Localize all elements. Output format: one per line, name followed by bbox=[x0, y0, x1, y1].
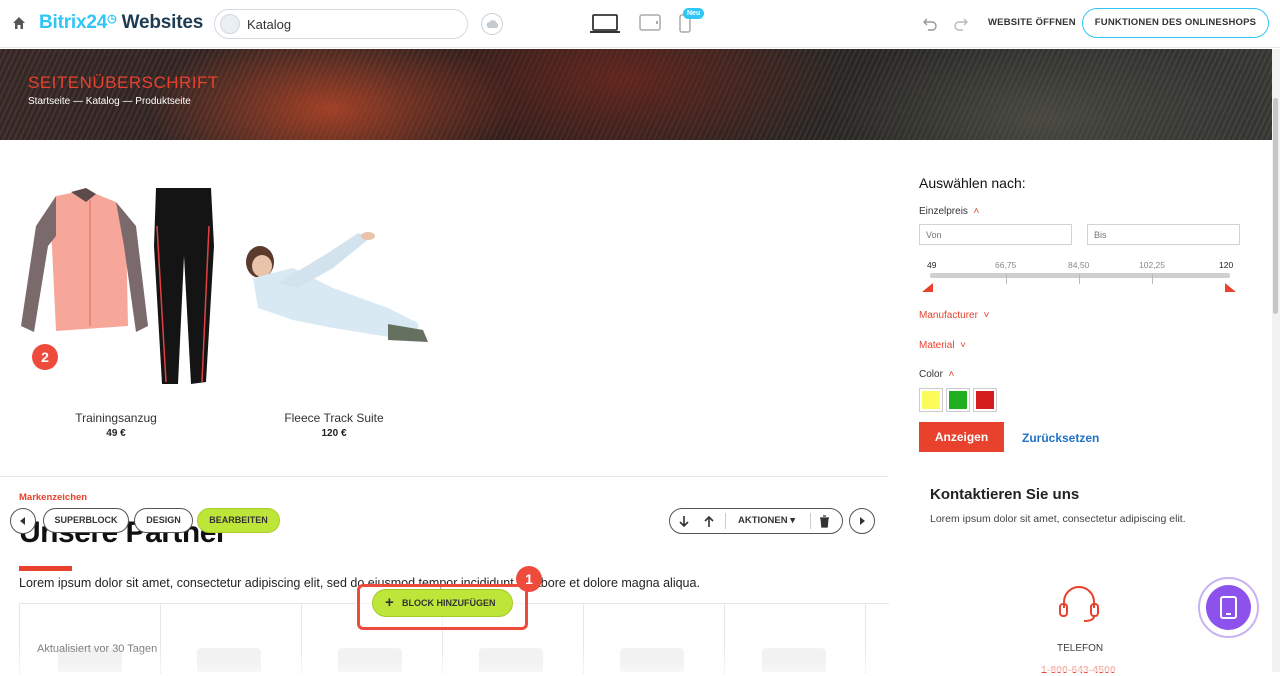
price-to-input[interactable] bbox=[1087, 224, 1240, 245]
desktop-view-icon[interactable] bbox=[590, 14, 620, 34]
chevron-down-icon: ˅ bbox=[957, 340, 966, 351]
redo-icon[interactable] bbox=[953, 15, 969, 31]
trash-icon[interactable] bbox=[819, 515, 830, 528]
callout-badge-2: 2 bbox=[32, 344, 58, 370]
price-slider-track[interactable] bbox=[930, 273, 1230, 278]
slider-tick bbox=[1006, 274, 1007, 284]
filter-title: Auswählen nach: bbox=[919, 175, 1026, 191]
tablet-view-icon[interactable] bbox=[639, 14, 661, 31]
callout-badge-1: 1 bbox=[516, 566, 542, 592]
plus-icon: + bbox=[385, 594, 394, 611]
swatch-fill bbox=[949, 391, 967, 409]
page-selector[interactable]: Katalog bbox=[214, 9, 468, 39]
scrollbar-thumb[interactable] bbox=[1273, 98, 1278, 314]
brand-logo: Bitrix24◷ Websites bbox=[39, 12, 203, 34]
slider-tick-label: 49 bbox=[927, 260, 937, 270]
filter-price-toggle[interactable]: Einzelpreis ˄ bbox=[919, 206, 979, 217]
slider-handle-max[interactable] bbox=[1225, 283, 1236, 292]
slider-tick-label: 84,50 bbox=[1068, 260, 1090, 270]
filter-manufacturer-toggle[interactable]: Manufacturer ˅ bbox=[919, 310, 989, 321]
product-price: 120 € bbox=[321, 428, 347, 439]
separator bbox=[725, 513, 726, 529]
arrow-down-icon[interactable] bbox=[678, 515, 690, 528]
headset-icon bbox=[1059, 586, 1099, 622]
hero-banner bbox=[0, 49, 1272, 140]
reset-button[interactable]: Zurücksetzen bbox=[1022, 431, 1099, 445]
design-button[interactable]: DESIGN bbox=[134, 508, 193, 533]
product-name[interactable]: Trainingsanzug bbox=[40, 411, 192, 425]
filter-color-label: Color bbox=[919, 369, 943, 380]
page-heading: SEITENÜBERSCHRIFT bbox=[28, 73, 219, 92]
filter-color-toggle[interactable]: Color ˄ bbox=[919, 369, 954, 380]
slider-tick-label: 120 bbox=[1219, 260, 1234, 270]
actions-menu[interactable]: AKTIONEN ▾ bbox=[738, 515, 795, 526]
add-block-button[interactable]: + BLOCK HINZUFÜGEN bbox=[372, 589, 513, 617]
next-block-button[interactable] bbox=[849, 508, 875, 534]
slider-tick bbox=[1079, 274, 1080, 284]
brand-sub: Websites bbox=[121, 12, 204, 33]
bottom-fade bbox=[0, 646, 1272, 672]
separator bbox=[810, 513, 811, 529]
price-from-input[interactable] bbox=[919, 224, 1072, 245]
prev-block-button[interactable] bbox=[10, 508, 36, 534]
page-thumbnail bbox=[220, 14, 240, 34]
chevron-up-icon: ˄ bbox=[945, 369, 955, 380]
product-price: 49 € bbox=[106, 428, 126, 439]
slider-tick bbox=[1152, 274, 1153, 284]
chevron-up-icon: ˄ bbox=[970, 206, 980, 217]
contact-title: Kontaktieren Sie uns bbox=[930, 486, 1080, 503]
slider-tick-label: 66,75 bbox=[995, 260, 1017, 270]
add-block-label: BLOCK HINZUFÜGEN bbox=[402, 598, 496, 608]
slider-handle-min[interactable] bbox=[922, 283, 933, 292]
block-label: Markenzeichen bbox=[19, 492, 88, 503]
tablet-icon bbox=[1220, 596, 1237, 619]
clock-icon: ◷ bbox=[107, 13, 117, 25]
swatch-fill bbox=[922, 391, 940, 409]
filter-material-toggle[interactable]: Material ˅ bbox=[919, 340, 966, 351]
section-divider bbox=[0, 476, 888, 477]
slider-tick-label: 102,25 bbox=[1139, 260, 1165, 270]
filter-material-label: Material bbox=[919, 340, 955, 351]
color-swatch-green[interactable] bbox=[946, 388, 970, 412]
heading-accent-line bbox=[19, 566, 72, 571]
actions-label: AKTIONEN bbox=[738, 515, 788, 526]
filter-manufacturer-label: Manufacturer bbox=[919, 310, 978, 321]
arrow-up-icon[interactable] bbox=[703, 515, 715, 528]
filter-price-label: Einzelpreis bbox=[919, 206, 968, 217]
show-button[interactable]: Anzeigen bbox=[919, 422, 1004, 452]
product-image-fleece[interactable] bbox=[238, 228, 430, 350]
caret-left-icon bbox=[20, 517, 25, 525]
superblock-button[interactable]: SUPERBLOCK bbox=[43, 508, 129, 533]
edit-button[interactable]: BEARBEITEN bbox=[197, 508, 280, 533]
undo-icon[interactable] bbox=[922, 15, 938, 31]
top-bar: Bitrix24◷ Websites Katalog Neu WEBSITE Ö… bbox=[0, 0, 1280, 48]
cloud-icon[interactable] bbox=[481, 13, 503, 35]
caret-right-icon bbox=[860, 517, 865, 525]
color-swatch-red[interactable] bbox=[973, 388, 997, 412]
color-swatch-yellow[interactable] bbox=[919, 388, 943, 412]
home-icon[interactable] bbox=[11, 15, 27, 31]
breadcrumb[interactable]: Startseite — Katalog — Produktseite bbox=[28, 96, 191, 107]
new-badge: Neu bbox=[683, 8, 705, 19]
brand-main: Bitrix24 bbox=[39, 12, 108, 33]
mobile-preview-button[interactable] bbox=[1206, 585, 1251, 630]
open-website-button[interactable]: WEBSITE ÖFFNEN bbox=[988, 17, 1076, 28]
page-selector-label: Katalog bbox=[247, 17, 292, 32]
product-name[interactable]: Fleece Track Suite bbox=[258, 411, 410, 425]
chevron-down-icon: ˅ bbox=[980, 310, 990, 321]
swatch-fill bbox=[976, 391, 994, 409]
contact-text: Lorem ipsum dolor sit amet, consectetur … bbox=[930, 513, 1186, 525]
block-control-bar: AKTIONEN ▾ bbox=[669, 508, 843, 534]
shop-features-button[interactable]: FUNKTIONEN DES ONLINESHOPS bbox=[1082, 8, 1269, 38]
caret-down-icon: ▾ bbox=[790, 515, 796, 526]
